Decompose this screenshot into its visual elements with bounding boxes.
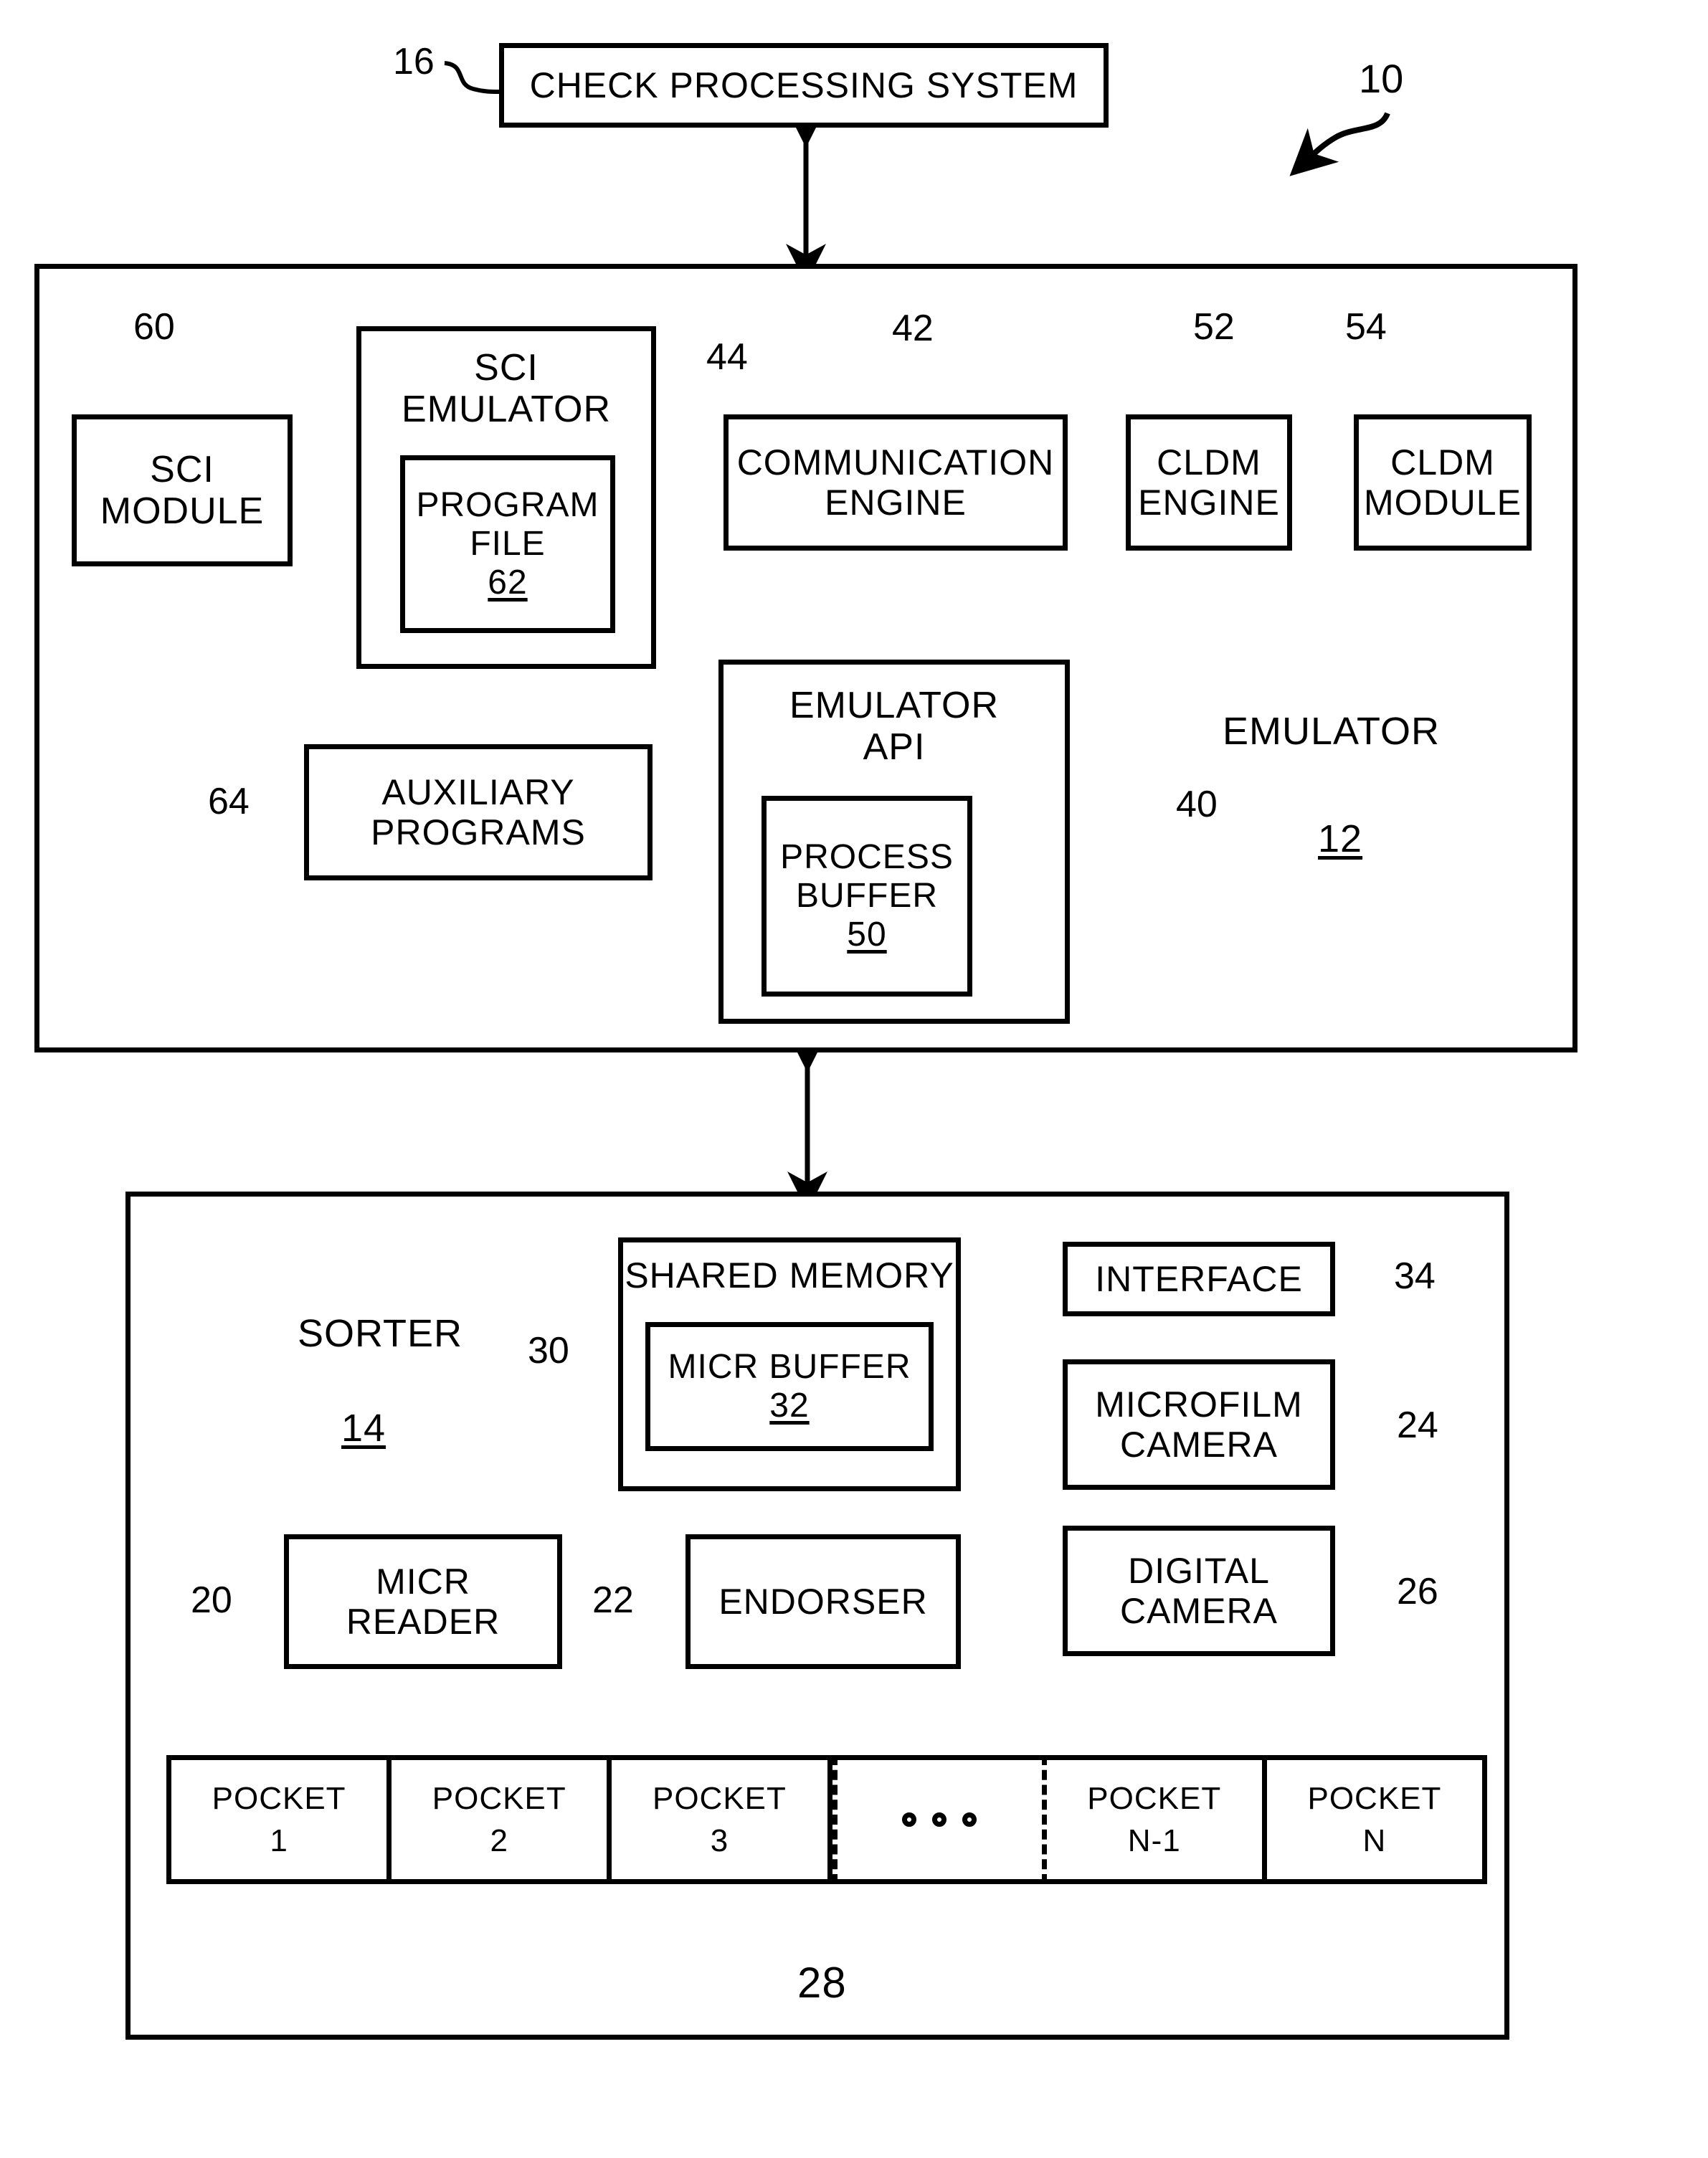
- ref-10: 10: [1359, 56, 1404, 101]
- shared-memory-label: SHARED MEMORY: [625, 1255, 954, 1296]
- pocket-line1: POCKET: [212, 1780, 346, 1816]
- cldm-module-line2: MODULE: [1364, 483, 1522, 523]
- ref-26: 26: [1397, 1571, 1438, 1612]
- program-file-box: PROGRAM FILE 62: [400, 455, 615, 633]
- micr-reader-line1: MICR: [376, 1562, 470, 1602]
- digital-camera-line1: DIGITAL: [1128, 1551, 1270, 1591]
- pocket-cell: POCKET N-1: [1047, 1760, 1267, 1879]
- ref-64: 64: [208, 781, 250, 822]
- emulator-title: EMULATOR: [1223, 710, 1441, 753]
- cldm-engine-line1: CLDM: [1157, 442, 1261, 483]
- pocket-line2: N: [1362, 1823, 1387, 1858]
- process-buffer-ref: 50: [847, 915, 887, 954]
- micr-buffer-box: MICR BUFFER 32: [645, 1322, 934, 1451]
- process-buffer-line2: BUFFER: [796, 877, 938, 916]
- pockets-strip: POCKET 1 POCKET 2 POCKET 3 POCKET N-1 PO…: [166, 1755, 1487, 1884]
- sci-module-line1: SCI: [150, 448, 214, 490]
- program-file-ref: 62: [488, 563, 528, 602]
- pocket-ellipsis-cell: [832, 1755, 1047, 1884]
- pockets-brace-ref: 28: [797, 1959, 847, 2007]
- check-processing-system-box: CHECK PROCESSING SYSTEM: [499, 43, 1109, 128]
- sci-emulator-line2: EMULATOR: [401, 389, 612, 431]
- sci-module-line2: MODULE: [100, 490, 265, 532]
- interface-label: INTERFACE: [1095, 1259, 1303, 1299]
- figure-ref-leader: [1289, 112, 1390, 176]
- program-file-line1: PROGRAM: [416, 486, 599, 525]
- pocket-cell: POCKET 2: [392, 1760, 612, 1879]
- ellipsis-dot-icon: [932, 1812, 947, 1827]
- process-buffer-box: PROCESS BUFFER 50: [762, 796, 972, 997]
- micr-reader-line2: READER: [346, 1602, 500, 1642]
- ellipsis-dot-icon: [962, 1812, 977, 1827]
- pocket-line1: POCKET: [432, 1780, 566, 1816]
- microfilm-camera-line1: MICROFILM: [1095, 1384, 1303, 1425]
- endorser-label: ENDORSER: [718, 1582, 928, 1622]
- pocket-line1: POCKET: [652, 1780, 787, 1816]
- pocket-cell: POCKET N: [1267, 1760, 1482, 1879]
- check-processing-system-label: CHECK PROCESSING SYSTEM: [529, 65, 1078, 105]
- pocket-line2: N-1: [1127, 1823, 1181, 1858]
- auxiliary-programs-line1: AUXILIARY: [381, 772, 575, 812]
- cldm-module-box: CLDM MODULE: [1354, 414, 1532, 551]
- microfilm-camera-box: MICROFILM CAMERA: [1063, 1359, 1335, 1490]
- ref-34: 34: [1394, 1255, 1436, 1297]
- ref-44: 44: [706, 336, 748, 378]
- ellipsis-dot-icon: [902, 1812, 917, 1827]
- cldm-engine-line2: ENGINE: [1138, 483, 1280, 523]
- communication-engine-line1: COMMUNICATION: [736, 442, 1055, 483]
- ref-52: 52: [1193, 306, 1235, 348]
- auxiliary-programs-box: AUXILIARY PROGRAMS: [304, 744, 653, 880]
- pocket-cell: POCKET 1: [171, 1760, 392, 1879]
- micr-reader-box: MICR READER: [284, 1534, 562, 1669]
- ref-30: 30: [528, 1330, 569, 1372]
- ref-16: 16: [393, 41, 435, 82]
- sorter-title: SORTER: [298, 1312, 463, 1355]
- interface-box: INTERFACE: [1063, 1242, 1335, 1316]
- patent-figure-canvas: CHECK PROCESSING SYSTEM 16 10 60 SCI MOD…: [0, 0, 1708, 2158]
- endorser-box: ENDORSER: [685, 1534, 961, 1669]
- cldm-engine-box: CLDM ENGINE: [1126, 414, 1292, 551]
- sorter-ref: 14: [341, 1407, 386, 1450]
- emulator-api-line1: EMULATOR: [789, 685, 1000, 726]
- pocket-line2: 1: [270, 1823, 288, 1858]
- pocket-cell: POCKET 3: [612, 1760, 832, 1879]
- ref-60: 60: [133, 306, 175, 348]
- cldm-module-line1: CLDM: [1390, 442, 1495, 483]
- ref-54: 54: [1345, 306, 1387, 348]
- auxiliary-programs-line2: PROGRAMS: [371, 812, 586, 852]
- ref-22: 22: [592, 1579, 634, 1621]
- pocket-line2: 3: [710, 1823, 729, 1858]
- pocket-line1: POCKET: [1087, 1780, 1222, 1816]
- digital-camera-box: DIGITAL CAMERA: [1063, 1526, 1335, 1656]
- digital-camera-line2: CAMERA: [1120, 1591, 1278, 1631]
- emulator-ref: 12: [1318, 817, 1363, 860]
- ref-24: 24: [1397, 1404, 1438, 1446]
- communication-engine-line2: ENGINE: [825, 483, 967, 523]
- emulator-api-line2: API: [863, 726, 926, 769]
- sci-module-box: SCI MODULE: [72, 414, 293, 566]
- sci-emulator-line1: SCI: [474, 347, 539, 389]
- microfilm-camera-line2: CAMERA: [1120, 1425, 1278, 1465]
- pocket-line2: 2: [490, 1823, 508, 1858]
- process-buffer-line1: PROCESS: [780, 838, 954, 877]
- ref-20: 20: [191, 1579, 232, 1621]
- pocket-line1: POCKET: [1307, 1780, 1442, 1816]
- program-file-line2: FILE: [470, 525, 546, 564]
- micr-buffer-label: MICR BUFFER: [668, 1348, 911, 1387]
- communication-engine-box: COMMUNICATION ENGINE: [723, 414, 1068, 551]
- ref-42: 42: [892, 308, 934, 349]
- leader-16: [444, 61, 500, 94]
- ref-40: 40: [1176, 784, 1218, 825]
- micr-buffer-ref: 32: [769, 1387, 810, 1425]
